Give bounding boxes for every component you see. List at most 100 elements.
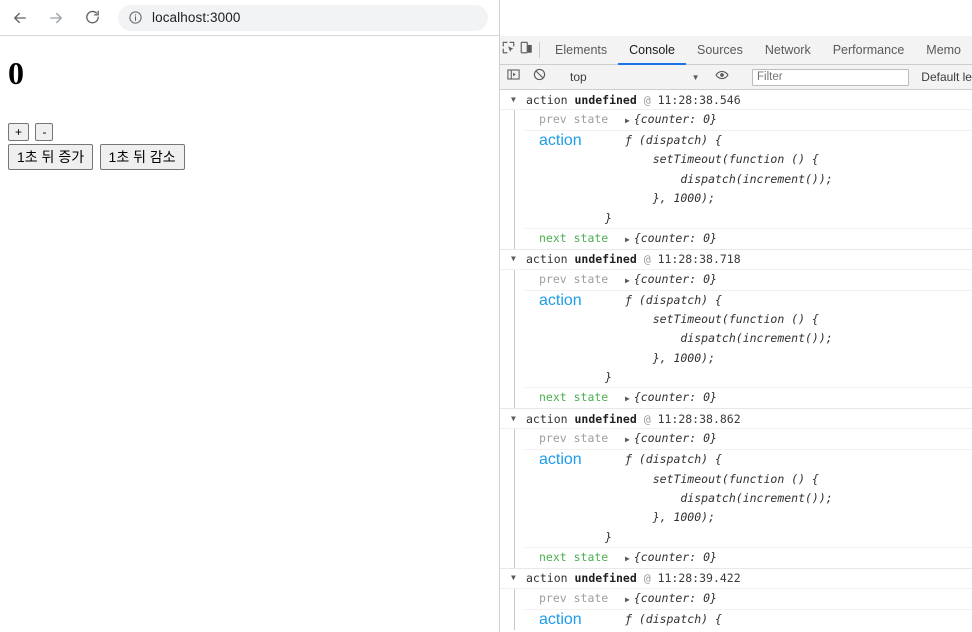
inspect-element-button[interactable] [500,36,518,64]
expand-triangle-icon[interactable]: ▶ [625,595,634,604]
log-group-title: action undefined @ 11:28:39.422 [526,571,741,585]
forward-button[interactable] [40,2,72,34]
decrement-async-button[interactable]: 1초 뒤 감소 [99,144,185,170]
expand-triangle-icon[interactable]: ▶ [625,235,634,244]
expand-triangle-icon[interactable]: ▶ [625,116,634,125]
log-action-type: undefined [574,92,637,107]
arrow-right-icon [47,9,65,27]
log-group-body: prev state ▶ {counter: 0} action ƒ (dispatc… [500,269,972,409]
counter-button-row-sync: + - [8,123,500,141]
prev-state-value[interactable]: {counter: 0} [634,431,717,445]
device-toolbar-button[interactable] [518,36,536,64]
prev-state-value[interactable]: {counter: 0} [634,112,717,126]
tab-sources[interactable]: Sources [686,36,754,64]
console-log-group: ▼ action undefined @ 11:28:38.862 prev s… [500,409,972,569]
action-function-source[interactable]: ƒ (dispatch) { setTimeout(function () { … [625,291,833,369]
log-group-header[interactable]: ▼ action undefined @ 11:28:38.718 [500,250,972,270]
console-toolbar: top ▼ Filter Default le [500,65,972,90]
tab-network-label: Network [764,43,811,57]
expand-triangle-icon[interactable]: ▶ [625,276,634,285]
log-group-title: action undefined @ 11:28:38.862 [526,412,741,426]
chevron-down-icon[interactable]: ▼ [511,95,522,104]
device-toolbar-icon [519,40,534,60]
next-state-value[interactable]: {counter: 0} [634,390,717,404]
back-button[interactable] [4,2,36,34]
console-context-label: top [569,70,587,84]
tab-memory-label: Memo [926,43,962,57]
counter-value: 0 [8,55,24,91]
log-at-sign: @ [636,252,658,267]
clear-console-icon [532,67,547,87]
page-viewport: 0 + - 1초 뒤 증가 1초 뒤 감소 [0,36,500,632]
action-closing-brace: } [525,528,972,548]
next-state-value[interactable]: {counter: 0} [634,231,717,245]
info-circle-icon[interactable] [128,10,143,25]
increment-button[interactable]: + [8,123,30,141]
tab-performance[interactable]: Performance [822,36,916,64]
log-group-header[interactable]: ▼ action undefined @ 11:28:39.422 [500,569,972,589]
console-log-group: ▼ action undefined @ 11:28:38.718 prev s… [500,250,972,410]
console-filter-placeholder: Filter [757,71,783,83]
chevron-down-icon[interactable]: ▼ [511,255,522,263]
log-group-body: prev state ▶ {counter: 0} action ƒ (dispatc… [500,588,972,630]
chevron-down-icon: ▼ [691,72,700,82]
log-action-row: action ƒ (dispatch) { setTimeout(function… [525,131,972,209]
chevron-down-icon[interactable]: ▼ [511,414,522,423]
log-timestamp: 11:28:38.546 [657,92,741,107]
log-group-header[interactable]: ▼ action undefined @ 11:28:38.862 [500,409,972,430]
action-label: action [539,132,582,149]
action-function-source[interactable]: ƒ (dispatch) { setTimeout(function () { … [625,450,833,528]
log-group-header[interactable]: ▼ action undefined @ 11:28:38.546 [500,90,972,110]
log-timestamp: 11:28:38.862 [657,411,741,426]
reload-button[interactable] [76,2,108,34]
action-function-source[interactable]: ƒ (dispatch) { setTimeout(function () { … [625,610,833,630]
log-next-state-row: next state ▶ {counter: 0} [525,229,972,249]
next-state-label: next state [539,549,609,564]
increment-async-button[interactable]: 1초 뒤 증가 [8,144,94,170]
console-filter-input[interactable]: Filter [752,68,910,86]
log-at-sign: @ [636,571,658,586]
next-state-label: next state [539,230,609,245]
log-action-word: action [526,252,575,267]
prev-state-label: prev state [539,271,609,286]
console-sidebar-button[interactable] [500,67,527,87]
prev-state-label: prev state [539,112,609,126]
expand-triangle-icon[interactable]: ▶ [625,394,634,403]
tab-memory[interactable]: Memo [915,36,972,64]
console-level-label: Default le [921,70,972,84]
tab-console[interactable]: Console [618,36,686,65]
live-expression-button[interactable] [709,67,736,88]
action-function-source[interactable]: ƒ (dispatch) { setTimeout(function () { … [625,131,833,209]
console-log-list[interactable]: ▼ action undefined @ 11:28:38.546 prev s… [500,90,972,630]
tab-console-label: Console [629,43,676,57]
console-log-group: ▼ action undefined @ 11:28:39.422 prev s… [500,569,972,630]
log-prev-state-row: prev state ▶ {counter: 0} [525,589,972,610]
console-context-selector[interactable]: top ▼ [562,70,700,84]
log-action-type: undefined [574,252,637,267]
console-level-selector[interactable]: Default le [921,70,972,84]
prev-state-value[interactable]: {counter: 0} [634,591,717,605]
log-action-word: action [526,411,575,426]
log-group-body: prev state ▶ {counter: 0} action ƒ (dispatc… [500,110,972,249]
decrement-button[interactable]: - [35,123,54,141]
prev-state-value[interactable]: {counter: 0} [634,272,717,286]
address-bar[interactable]: localhost:3000 [118,4,488,31]
log-prev-state-row: prev state ▶ {counter: 0} [525,429,972,451]
tab-network[interactable]: Network [754,36,822,64]
log-next-state-row: next state ▶ {counter: 0} [525,388,972,408]
tab-elements-label: Elements [555,43,608,57]
action-closing-brace: } [525,209,972,229]
log-timestamp: 11:28:38.718 [657,252,741,267]
devtools-top-spacer [500,0,972,36]
chevron-down-icon[interactable]: ▼ [511,574,522,582]
clear-console-button[interactable] [527,67,554,87]
tab-sources-label: Sources [697,43,743,57]
next-state-value[interactable]: {counter: 0} [634,550,717,564]
expand-triangle-icon[interactable]: ▶ [625,554,634,563]
log-action-word: action [526,92,575,107]
expand-triangle-icon[interactable]: ▶ [625,435,634,444]
prev-state-label: prev state [539,590,609,605]
action-label: action [539,291,582,309]
log-at-sign: @ [636,92,658,107]
tab-elements[interactable]: Elements [544,36,618,64]
